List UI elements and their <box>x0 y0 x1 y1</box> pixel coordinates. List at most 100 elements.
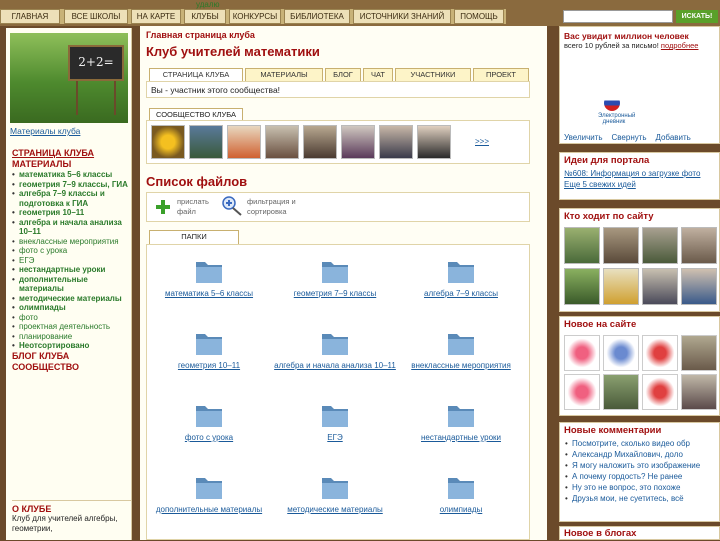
search-button[interactable]: ИСКАТЬ! <box>676 10 718 23</box>
tab-community[interactable]: СООБЩЕСТВО КЛУБА <box>149 108 243 120</box>
visitor-avatar[interactable] <box>642 227 678 264</box>
nav-tab-sources[interactable]: ИСТОЧНИКИ ЗНАНИЙ <box>353 9 451 24</box>
sidebar-item[interactable]: МАТЕРИАЛЫ <box>12 159 132 170</box>
comment-link[interactable]: Посмотрите, сколько видео обр <box>560 438 719 449</box>
nav-tab-schools[interactable]: ВСЕ ШКОЛЫ <box>64 9 128 24</box>
top-link[interactable]: удалю <box>196 0 220 9</box>
nav-tab-help[interactable]: ПОМОЩЬ <box>454 9 504 24</box>
search-input[interactable] <box>563 10 673 23</box>
new-item-thumbnail[interactable] <box>642 335 678 371</box>
new-item-thumbnail[interactable] <box>681 374 717 410</box>
comment-link[interactable]: А почему гордость? Не ранее <box>560 471 719 482</box>
nav-tab-clubs[interactable]: КЛУБЫ <box>184 9 226 24</box>
new-item-thumbnail[interactable] <box>603 374 639 410</box>
tab-folders[interactable]: ПАПКИ <box>149 230 239 244</box>
folder-item[interactable]: геометрия 7–9 классы <box>273 257 397 299</box>
tab-club-page[interactable]: СТРАНИЦА КЛУБА <box>149 68 243 81</box>
add-link[interactable]: Добавить <box>655 133 690 142</box>
avatar[interactable] <box>417 125 451 159</box>
sidebar-item[interactable]: нестандартные уроки <box>12 265 132 275</box>
new-item-thumbnail[interactable] <box>603 335 639 371</box>
tab-project[interactable]: ПРОЕКТ <box>473 68 529 81</box>
avatar[interactable] <box>189 125 223 159</box>
more-members-link[interactable]: >>> <box>475 137 489 146</box>
newsite-title: Новое на сайте <box>564 319 637 330</box>
comment-link[interactable]: Я могу наложить это изображение <box>560 460 719 471</box>
folder-item[interactable]: методические материалы <box>273 473 397 515</box>
sidebar-item[interactable]: внеклассные мероприятия <box>12 237 132 247</box>
visitor-avatar[interactable] <box>642 268 678 305</box>
sidebar-item[interactable]: геометрия 7–9 классы, ГИА <box>12 180 132 190</box>
avatar[interactable] <box>227 125 261 159</box>
folder-item[interactable]: нестандартные уроки <box>399 401 523 443</box>
folder-item[interactable]: фото с урока <box>147 401 271 443</box>
tab-materials[interactable]: МАТЕРИАЛЫ <box>245 68 323 81</box>
comment-link[interactable]: Друзья мои, не суетитесь, всё <box>560 493 719 504</box>
collapse-link[interactable]: Свернуть <box>611 133 646 142</box>
sidebar-item[interactable]: планирование <box>12 332 132 342</box>
new-item-thumbnail[interactable] <box>564 335 600 371</box>
plus-icon[interactable] <box>155 199 171 215</box>
avatar[interactable] <box>303 125 337 159</box>
visitor-avatar[interactable] <box>564 227 600 264</box>
avatar[interactable] <box>265 125 299 159</box>
filter-icon[interactable] <box>221 195 247 219</box>
folder-item[interactable]: внеклассные мероприятия <box>399 329 523 371</box>
folder-item[interactable]: алгебра 7–9 классы <box>399 257 523 299</box>
avatar[interactable] <box>341 125 375 159</box>
tab-chat[interactable]: ЧАТ <box>363 68 393 81</box>
ad-title[interactable]: Вас увидит миллион человек <box>564 31 689 41</box>
top-navigation: удалю ГЛАВНАЯ ВСЕ ШКОЛЫ НА КАРТЕ КЛУБЫ К… <box>0 0 720 26</box>
ad-more-link[interactable]: подробнее <box>661 41 699 50</box>
avatar[interactable] <box>379 125 413 159</box>
tab-blog[interactable]: БЛОГ <box>325 68 361 81</box>
nav-tab-home[interactable]: ГЛАВНАЯ <box>0 9 60 24</box>
sidebar-item[interactable]: алгебра и начала анализа 10–11 <box>12 218 132 237</box>
sidebar-item[interactable]: математика 5–6 классы <box>12 170 132 180</box>
add-file-link[interactable]: прислать файл <box>177 197 222 217</box>
sidebar-item[interactable]: фото с урока <box>12 246 132 256</box>
visitor-avatar[interactable] <box>681 227 717 264</box>
new-item-thumbnail[interactable] <box>642 374 678 410</box>
folder-item[interactable]: геометрия 10–11 <box>147 329 271 371</box>
sidebar-item[interactable]: ЕГЭ <box>12 256 132 266</box>
sidebar-item[interactable]: методические материалы <box>12 294 132 304</box>
folder-item[interactable]: алгебра и начала анализа 10–11 <box>273 329 397 371</box>
visitor-avatar[interactable] <box>681 268 717 305</box>
visitor-avatar[interactable] <box>564 268 600 305</box>
about-title: О КЛУБЕ <box>12 500 132 514</box>
visitor-avatar[interactable] <box>603 227 639 264</box>
folder-item[interactable]: олимпиады <box>399 473 523 515</box>
nav-tab-map[interactable]: НА КАРТЕ <box>131 9 181 24</box>
enlarge-link[interactable]: Увеличить <box>564 133 603 142</box>
nav-tab-contests[interactable]: КОНКУРСЫ <box>229 9 281 24</box>
sidebar-item[interactable]: проектная деятельность <box>12 322 132 332</box>
filter-sort-link[interactable]: фильтрация и сортировка <box>247 197 327 217</box>
sidebar-item[interactable]: Неотсортировано <box>12 341 132 351</box>
idea-link[interactable]: №608: Информация о загрузке фото <box>560 168 719 179</box>
folder-item[interactable]: математика 5–6 классы <box>147 257 271 299</box>
sidebar-item[interactable]: геометрия 10–11 <box>12 208 132 218</box>
blogs-title: Новое в блогах <box>564 528 637 539</box>
tab-members[interactable]: УЧАСТНИКИ <box>395 68 471 81</box>
sidebar-item[interactable]: СООБЩЕСТВО <box>12 362 132 373</box>
sidebar-item[interactable]: олимпиады <box>12 303 132 313</box>
nav-tab-library[interactable]: БИБЛИОТЕКА <box>284 9 350 24</box>
folder-item[interactable]: дополнительные материалы <box>147 473 271 515</box>
new-item-thumbnail[interactable] <box>564 374 600 410</box>
sidebar-item[interactable]: фото <box>12 313 132 323</box>
folder-item[interactable]: ЕГЭ <box>273 401 397 443</box>
sidebar-item[interactable]: дополнительные материалы <box>12 275 132 294</box>
breadcrumb[interactable]: Главная страница клуба <box>146 30 255 40</box>
avatar[interactable] <box>151 125 185 159</box>
more-ideas-link[interactable]: Еще 5 свежих идей <box>560 179 719 190</box>
club-materials-link[interactable]: Материалы клуба <box>10 126 80 136</box>
sidebar-item[interactable]: СТРАНИЦА КЛУБА <box>12 148 132 159</box>
new-item-thumbnail[interactable] <box>681 335 717 371</box>
sidebar-item[interactable]: БЛОГ КЛУБА <box>12 351 132 362</box>
comment-link[interactable]: Ну это не вопрос, это похоже <box>560 482 719 493</box>
ad-caption[interactable]: Электронный дневник <box>598 113 635 125</box>
comment-link[interactable]: Александр Михайлович, доло <box>560 449 719 460</box>
visitor-avatar[interactable] <box>603 268 639 305</box>
sidebar-item[interactable]: алгебра 7–9 классы и подготовка к ГИА <box>12 189 132 208</box>
